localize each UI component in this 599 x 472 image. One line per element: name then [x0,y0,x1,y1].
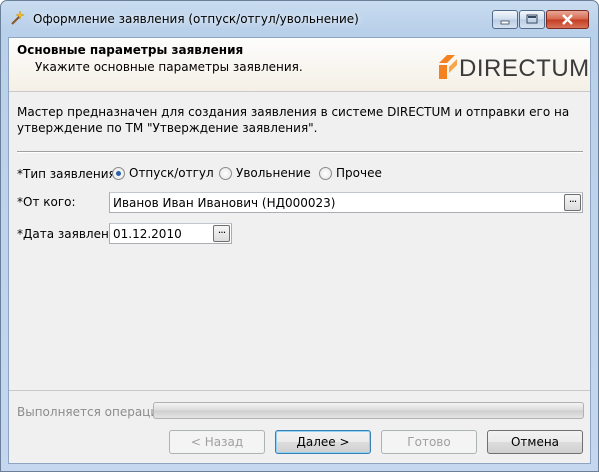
minimize-icon [500,20,510,25]
wand-icon [11,10,25,25]
directum-logo-mark [439,55,457,79]
cancel-button[interactable]: Отмена [487,430,583,454]
divider [9,390,590,391]
radio-button[interactable] [219,167,232,180]
from-value: Иванов Иван Иванович (НД000023) [113,196,336,210]
directum-logo: DIRECTUM [437,53,589,83]
wizard-header: Основные параметры заявления Укажите осн… [9,38,590,92]
page-title: Основные параметры заявления [17,43,244,57]
ellipsis-icon: ... [217,223,226,236]
radio-button[interactable] [112,167,125,180]
wizard-description: Мастер предназначен для создания заявлен… [17,105,570,135]
radio-label: Прочее [336,166,382,180]
minimize-button[interactable] [492,10,518,29]
page-subtitle: Укажите основные параметры заявления. [35,60,303,74]
title-bar[interactable]: Оформление заявления (отпуск/отгул/уволь… [1,1,598,37]
logo-text: DIRECTUM [459,55,590,82]
maximize-button[interactable] [519,10,545,29]
progress-bar [153,402,584,419]
ellipsis-icon: ... [568,192,577,205]
from-label: *От кого: [17,195,76,209]
radio-label: Увольнение [236,166,311,180]
date-field[interactable]: 01.12.2010 ... [109,223,232,244]
date-picker-button[interactable]: ... [213,223,230,242]
divider [17,151,583,153]
radio-label: Отпуск/отгул [129,166,214,180]
close-icon [562,14,573,25]
type-label: *Тип заявления: [17,167,120,181]
from-lookup-button[interactable]: ... [564,192,581,211]
window-title: Оформление заявления (отпуск/отгул/уволь… [33,12,359,26]
date-value: 01.12.2010 [113,227,182,241]
progress-label: Выполняется операция [17,405,166,419]
maximize-icon [526,14,538,24]
wizard-client: Основные параметры заявления Укажите осн… [8,37,591,464]
finish-button[interactable]: Готово [381,430,477,454]
next-button[interactable]: Далее > [275,430,371,454]
radio-button[interactable] [319,167,332,180]
back-button[interactable]: < Назад [169,430,265,454]
close-button[interactable] [546,10,589,29]
wizard-window: Оформление заявления (отпуск/отгул/уволь… [0,0,599,472]
from-field[interactable]: Иванов Иван Иванович (НД000023) ... [109,192,583,213]
